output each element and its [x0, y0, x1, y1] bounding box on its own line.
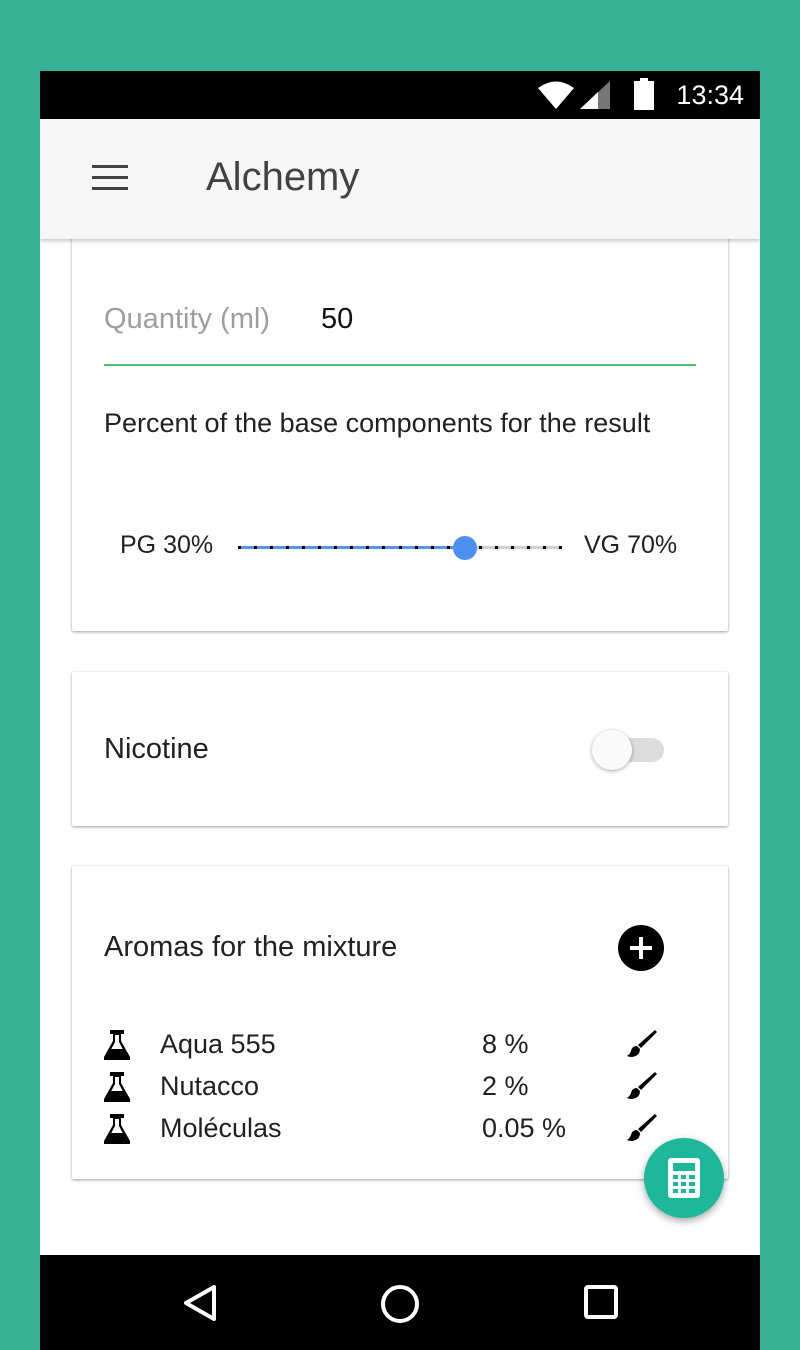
nicotine-card: Nicotine	[72, 672, 728, 826]
status-bar: 13:34	[40, 71, 760, 119]
slider-tick	[511, 546, 514, 549]
flask-icon	[104, 1114, 130, 1144]
pg-vg-slider[interactable]	[238, 525, 562, 571]
calculate-fab[interactable]	[644, 1138, 724, 1218]
signal-icon	[580, 81, 610, 109]
slider-tick	[334, 546, 337, 549]
slider-tick	[382, 546, 385, 549]
brush-icon[interactable]	[626, 1028, 658, 1060]
aroma-row[interactable]: Aqua 555 8 %	[104, 1026, 664, 1066]
flask-icon	[104, 1030, 130, 1060]
slider-tick	[286, 546, 289, 549]
slider-tick	[495, 546, 498, 549]
slider-tick	[543, 546, 546, 549]
aroma-row[interactable]: Moléculas 0.05 %	[104, 1110, 664, 1150]
slider-tick	[479, 546, 482, 549]
aroma-name: Aqua 555	[160, 1029, 276, 1059]
pg-label: PG 30%	[120, 531, 214, 559]
slider-tick	[559, 546, 562, 549]
percent-description: Percent of the base components for the r…	[104, 408, 651, 438]
nicotine-label: Nicotine	[104, 733, 209, 765]
slider-thumb[interactable]	[453, 536, 477, 560]
brush-icon[interactable]	[626, 1070, 658, 1102]
calculator-icon	[668, 1158, 700, 1198]
status-time: 13:34	[676, 80, 744, 110]
wifi-icon	[538, 81, 574, 109]
aroma-percent: 0.05 %	[482, 1113, 567, 1143]
phone-screen: 13:34 Alchemy Quantity (ml) 50 Percent o…	[40, 71, 760, 1350]
quantity-label: Quantity (ml)	[104, 303, 270, 335]
quantity-underline	[104, 364, 696, 366]
aroma-name: Nutacco	[160, 1071, 260, 1101]
aromas-title: Aromas for the mixture	[104, 931, 398, 963]
aroma-percent: 8 %	[482, 1029, 529, 1059]
menu-icon[interactable]	[92, 165, 132, 195]
quantity-input[interactable]: 50	[321, 303, 353, 336]
slider-tick	[415, 546, 418, 549]
nicotine-toggle[interactable]	[592, 730, 668, 770]
slider-tick	[366, 546, 369, 549]
aroma-name: Moléculas	[160, 1113, 282, 1143]
app-title: Alchemy	[206, 155, 360, 199]
app-bar: Alchemy	[40, 119, 760, 239]
aromas-card: Aromas for the mixture Aqua 555 8 % Nuta…	[72, 866, 728, 1179]
slider-tick	[254, 546, 257, 549]
toggle-knob	[592, 730, 632, 770]
flask-icon	[104, 1072, 130, 1102]
battery-icon	[634, 78, 654, 110]
slider-tick	[399, 546, 402, 549]
brush-icon[interactable]	[626, 1112, 658, 1144]
base-card: Quantity (ml) 50 Percent of the base com…	[72, 221, 728, 631]
navigation-bar	[40, 1255, 760, 1350]
recent-apps-icon[interactable]	[583, 1284, 619, 1320]
slider-tick	[431, 546, 434, 549]
slider-tick	[270, 546, 273, 549]
slider-tick	[527, 546, 530, 549]
slider-tick	[238, 546, 241, 549]
slider-tick	[447, 546, 450, 549]
home-icon[interactable]	[379, 1283, 421, 1325]
vg-label: VG 70%	[584, 531, 678, 559]
aroma-percent: 2 %	[482, 1071, 529, 1101]
slider-tick	[350, 546, 353, 549]
add-circle-icon[interactable]	[618, 925, 664, 971]
slider-tick	[318, 546, 321, 549]
slider-tick-marks	[238, 546, 562, 549]
back-icon[interactable]	[180, 1283, 220, 1323]
slider-tick	[302, 546, 305, 549]
aroma-row[interactable]: Nutacco 2 %	[104, 1068, 664, 1108]
